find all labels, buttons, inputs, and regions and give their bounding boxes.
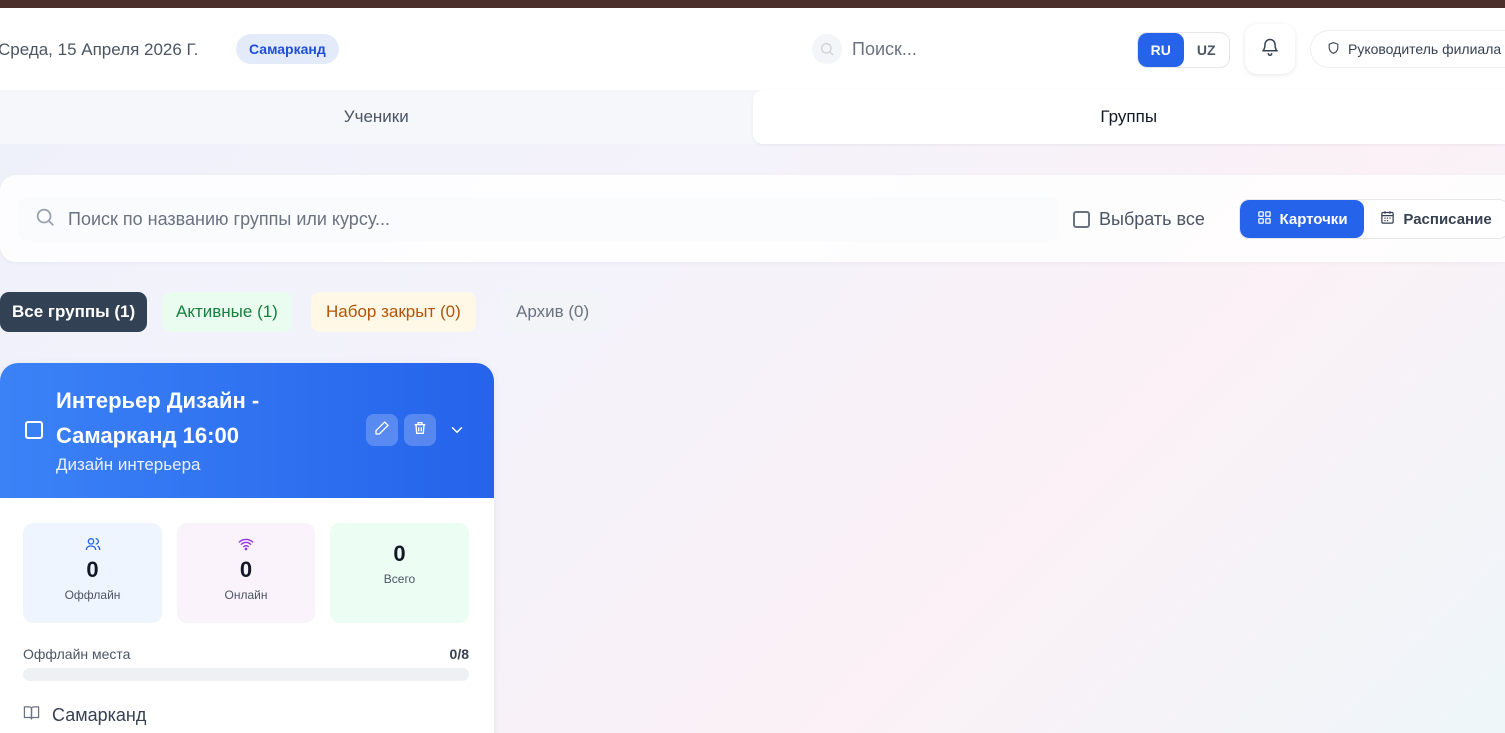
stat-offline: 0 Оффлайн bbox=[23, 523, 162, 623]
cards-view-label: Карточки bbox=[1279, 210, 1348, 228]
stat-online-value: 0 bbox=[239, 557, 253, 582]
offline-places-label: Оффлайн места bbox=[23, 646, 131, 662]
stat-total-value: 0 bbox=[393, 541, 406, 566]
role-label: Руководитель филиала bbox=[1348, 41, 1502, 57]
group-card-header: Интерьер Дизайн - Самарканд 16:00 Дизайн… bbox=[0, 363, 494, 498]
shield-icon bbox=[1327, 41, 1348, 58]
role-button[interactable]: Руководитель филиала bbox=[1310, 30, 1505, 68]
chip-active[interactable]: Активные (1) bbox=[162, 292, 292, 332]
global-search bbox=[812, 32, 1112, 66]
pencil-icon bbox=[374, 420, 390, 441]
lang-uz-button[interactable]: UZ bbox=[1184, 33, 1230, 67]
chip-archive[interactable]: Архив (0) bbox=[501, 292, 605, 332]
global-search-input[interactable] bbox=[852, 38, 1092, 60]
edit-button[interactable] bbox=[366, 414, 398, 446]
select-all-label: Выбрать все bbox=[1099, 209, 1205, 229]
language-switcher: RU UZ bbox=[1137, 32, 1230, 68]
trash-icon bbox=[412, 420, 428, 441]
group-title: Интерьер Дизайн - Самарканд 16:00 bbox=[56, 388, 260, 448]
group-location-label: Самарканд bbox=[52, 704, 147, 725]
offline-places: Оффлайн места 0/8 bbox=[23, 646, 469, 662]
group-location: Самарканд bbox=[23, 704, 146, 726]
chevron-down-icon[interactable] bbox=[448, 421, 466, 444]
schedule-view-button[interactable]: Расписание bbox=[1364, 200, 1505, 238]
cards-view-button[interactable]: Карточки bbox=[1240, 200, 1365, 238]
grid-icon bbox=[1257, 210, 1280, 229]
city-badge: Самарканд bbox=[236, 34, 339, 64]
stat-total-label: Всего bbox=[383, 572, 416, 586]
tab-students[interactable]: Ученики bbox=[0, 90, 753, 144]
header: Среда, 15 Апреля 2026 Г. Самарканд RU UZ… bbox=[0, 8, 1505, 90]
calendar-icon bbox=[1380, 210, 1403, 229]
select-all[interactable]: Выбрать все bbox=[1073, 209, 1205, 230]
lang-ru-button[interactable]: RU bbox=[1138, 33, 1184, 67]
notifications-button[interactable] bbox=[1245, 24, 1295, 74]
wifi-icon bbox=[177, 523, 315, 557]
stat-offline-label: Оффлайн bbox=[64, 588, 121, 602]
users-icon bbox=[23, 523, 162, 557]
schedule-view-label: Расписание bbox=[1403, 210, 1492, 228]
chip-enrollment-closed[interactable]: Набор закрыт (0) bbox=[311, 292, 476, 332]
offline-places-progress bbox=[23, 668, 469, 681]
search-icon bbox=[34, 206, 56, 233]
group-search bbox=[18, 197, 1058, 241]
offline-places-value: 0/8 bbox=[449, 646, 469, 662]
stat-offline-value: 0 bbox=[86, 557, 99, 582]
chip-all-groups[interactable]: Все группы (1) bbox=[0, 292, 148, 332]
stat-total: 0 Всего bbox=[330, 523, 469, 623]
book-icon bbox=[23, 704, 52, 726]
view-switcher: Карточки Расписание bbox=[1239, 199, 1505, 239]
group-search-input[interactable] bbox=[68, 208, 968, 230]
stat-online-label: Онлайн bbox=[224, 588, 268, 602]
delete-button[interactable] bbox=[404, 414, 436, 446]
select-all-checkbox[interactable] bbox=[1073, 211, 1090, 228]
section-tabs: Ученики Группы bbox=[0, 90, 1505, 144]
group-card: Интерьер Дизайн - Самарканд 16:00 Дизайн… bbox=[0, 363, 494, 733]
tab-groups[interactable]: Группы bbox=[752, 90, 1505, 144]
group-course: Дизайн интерьера bbox=[56, 455, 201, 474]
search-icon bbox=[812, 34, 842, 64]
filter-bar: Выбрать все Карточки Расписание bbox=[0, 175, 1505, 262]
stat-online: 0 Онлайн bbox=[177, 523, 315, 623]
group-card-checkbox[interactable] bbox=[25, 421, 43, 439]
top-strip bbox=[0, 0, 1505, 8]
bell-icon bbox=[1260, 37, 1280, 62]
current-date: Среда, 15 Апреля 2026 Г. bbox=[0, 40, 199, 59]
